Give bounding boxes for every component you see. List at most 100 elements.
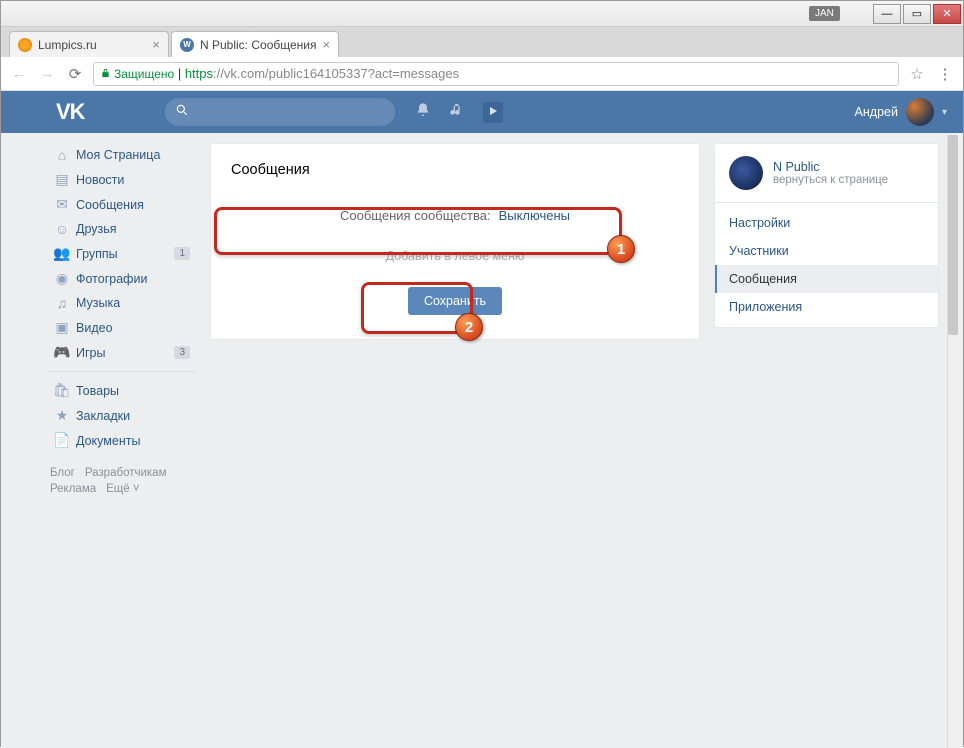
community-manage-card: N Public вернуться к странице Настройки … bbox=[714, 143, 939, 328]
nav-label: Игры bbox=[76, 346, 174, 360]
footer-more[interactable]: Ещё ˅ bbox=[106, 483, 139, 495]
manage-apps[interactable]: Приложения bbox=[715, 293, 938, 321]
nav-goods[interactable]: 🛍 Товары bbox=[46, 378, 196, 403]
vk-header: VK Андрей ▾ bbox=[1, 91, 963, 133]
nav-photos[interactable]: ◉ Фотографии bbox=[46, 266, 196, 291]
page-title: Сообщения bbox=[231, 162, 679, 178]
obscured-text: Добавить в левое меню bbox=[386, 249, 525, 263]
browser-tab-lumpics[interactable]: Lumpics.ru × bbox=[9, 31, 169, 57]
star-icon: ★ bbox=[52, 407, 72, 424]
user-avatar-icon bbox=[906, 98, 934, 126]
nav-label: Сообщения bbox=[76, 198, 190, 212]
nav-my-page[interactable]: ⌂ Моя Страница bbox=[46, 143, 196, 167]
window-close-button[interactable]: ✕ bbox=[933, 4, 961, 24]
nav-label: Фотографии bbox=[76, 272, 190, 286]
setting-label: Сообщения сообщества: bbox=[340, 208, 491, 223]
nav-news[interactable]: ▤ Новости bbox=[46, 167, 196, 192]
jan-badge: JAN bbox=[809, 6, 840, 21]
save-button[interactable]: Сохранить bbox=[408, 287, 502, 315]
friends-icon: ☺ bbox=[52, 221, 72, 237]
username-label: Андрей bbox=[855, 105, 898, 119]
nav-messages[interactable]: ✉ Сообщения bbox=[46, 192, 196, 217]
community-avatar-icon bbox=[729, 156, 763, 190]
browser-addressbar: ← → ⟳ Защищено | https://vk.com/public16… bbox=[1, 57, 963, 91]
community-name[interactable]: N Public bbox=[773, 160, 888, 174]
music-note-icon[interactable] bbox=[449, 102, 465, 123]
nav-label: Друзья bbox=[76, 222, 190, 236]
camera-icon: ◉ bbox=[52, 270, 72, 287]
nav-label: Закладки bbox=[76, 409, 190, 423]
nav-label: Моя Страница bbox=[76, 148, 190, 162]
url-scheme: https bbox=[185, 66, 213, 81]
manage-menu: Настройки Участники Сообщения Приложения bbox=[715, 203, 938, 327]
community-header: N Public вернуться к странице bbox=[715, 144, 938, 203]
nav-badge: 1 bbox=[174, 247, 190, 260]
home-icon: ⌂ bbox=[52, 147, 72, 163]
search-icon bbox=[175, 103, 189, 122]
nav-separator bbox=[46, 371, 196, 372]
tab-title: Lumpics.ru bbox=[38, 38, 146, 52]
gamepad-icon: 🎮 bbox=[52, 344, 72, 361]
play-icon[interactable] bbox=[483, 102, 503, 123]
bag-icon: 🛍 bbox=[52, 382, 72, 399]
browser-tab-vk[interactable]: W N Public: Сообщения × bbox=[171, 31, 339, 57]
browser-menu-icon[interactable]: ⋮ bbox=[935, 64, 955, 84]
message-icon: ✉ bbox=[52, 196, 72, 213]
nav-label: Музыка bbox=[76, 296, 190, 310]
forward-icon[interactable]: → bbox=[37, 64, 57, 84]
document-icon: 📄 bbox=[52, 432, 72, 449]
annotation-badge-2: 2 bbox=[455, 313, 483, 341]
nav-groups[interactable]: 👥 Группы1 bbox=[46, 241, 196, 266]
bookmark-star-icon[interactable]: ☆ bbox=[907, 64, 927, 84]
nav-music[interactable]: ♫ Музыка bbox=[46, 291, 196, 315]
window-maximize-button[interactable]: ▭ bbox=[903, 4, 931, 24]
secure-label: Защищено bbox=[114, 67, 174, 81]
vk-logo[interactable]: VK bbox=[56, 99, 85, 125]
footer-ads[interactable]: Реклама bbox=[50, 483, 96, 495]
chevron-down-icon: ▾ bbox=[942, 107, 947, 118]
nav-label: Видео bbox=[76, 321, 190, 335]
nav-video[interactable]: ▣ Видео bbox=[46, 315, 196, 340]
scrollbar-thumb[interactable] bbox=[948, 135, 958, 335]
right-column: N Public вернуться к странице Настройки … bbox=[714, 143, 939, 748]
user-menu[interactable]: Андрей ▾ bbox=[855, 98, 947, 126]
window-minimize-button[interactable]: — bbox=[873, 4, 901, 24]
secure-lock-icon: Защищено bbox=[100, 67, 174, 81]
lumpics-favicon-icon bbox=[18, 38, 32, 52]
reload-icon[interactable]: ⟳ bbox=[65, 64, 85, 84]
tab-close-icon[interactable]: × bbox=[152, 37, 160, 52]
nav-label: Новости bbox=[76, 173, 190, 187]
notifications-bell-icon[interactable] bbox=[415, 102, 431, 123]
scrollbar-track[interactable] bbox=[947, 133, 961, 748]
nav-label: Товары bbox=[76, 384, 190, 398]
url-input[interactable]: Защищено | https://vk.com/public16410533… bbox=[93, 62, 899, 86]
nav-label: Документы bbox=[76, 434, 190, 448]
nav-badge: 3 bbox=[174, 346, 190, 359]
manage-settings[interactable]: Настройки bbox=[715, 209, 938, 237]
setting-value-dropdown[interactable]: Выключены bbox=[499, 208, 570, 223]
music-icon: ♫ bbox=[52, 295, 72, 311]
main-column: Сообщения Сообщения сообщества: Выключен… bbox=[210, 143, 700, 748]
footer-developers[interactable]: Разработчикам bbox=[85, 467, 167, 479]
vk-favicon-icon: W bbox=[180, 38, 194, 52]
nav-games[interactable]: 🎮 Игры3 bbox=[46, 340, 196, 365]
manage-members[interactable]: Участники bbox=[715, 237, 938, 265]
back-to-page-link[interactable]: вернуться к странице bbox=[773, 174, 888, 186]
nav-label: Группы bbox=[76, 247, 174, 261]
groups-icon: 👥 bbox=[52, 245, 72, 262]
manage-messages[interactable]: Сообщения bbox=[715, 265, 938, 293]
nav-documents[interactable]: 📄 Документы bbox=[46, 428, 196, 453]
browser-tabstrip: Lumpics.ru × W N Public: Сообщения × bbox=[1, 27, 963, 57]
tab-close-icon[interactable]: × bbox=[322, 37, 330, 52]
left-nav: ⌂ Моя Страница ▤ Новости ✉ Сообщения ☺ Друзь… bbox=[46, 143, 196, 748]
news-icon: ▤ bbox=[52, 171, 72, 188]
vk-body: ⌂ Моя Страница ▤ Новости ✉ Сообщения ☺ Друзь… bbox=[1, 133, 963, 748]
tab-title: N Public: Сообщения bbox=[200, 38, 316, 52]
video-icon: ▣ bbox=[52, 319, 72, 336]
annotation-badge-1: 1 bbox=[607, 235, 635, 263]
search-input[interactable] bbox=[165, 98, 395, 126]
back-icon[interactable]: ← bbox=[9, 64, 29, 84]
nav-friends[interactable]: ☺ Друзья bbox=[46, 217, 196, 241]
footer-blog[interactable]: Блог bbox=[50, 467, 75, 479]
nav-bookmarks[interactable]: ★ Закладки bbox=[46, 403, 196, 428]
